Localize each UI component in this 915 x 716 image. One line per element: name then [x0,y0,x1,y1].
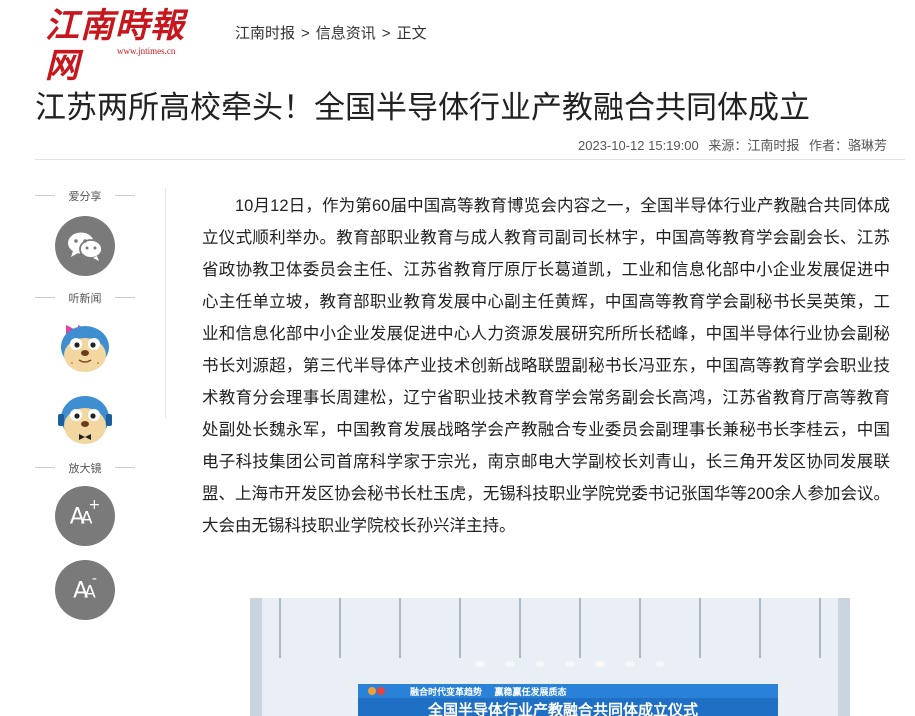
breadcrumb-home[interactable]: 江南时报 [235,25,295,42]
zoom-label: 放大镜 [35,460,135,476]
wechat-share-button[interactable] [55,216,115,276]
photo-headline: 全国半导体行业产教融合共同体成立仪式 [428,702,699,716]
sidebar-divider [165,188,166,418]
photo-banner-left: 融合时代变革趋势 [410,687,483,697]
logo-url: www.jntimes.cn [117,46,176,56]
female-voice-avatar-icon[interactable] [52,313,118,379]
article-body: 10月12日，作为第60届中国高等教育博览会内容之一，全国半导体行业产教融合共同… [202,190,890,542]
listen-label: 听新闻 [35,290,135,306]
article-meta: 2023-10-12 15:19:00 来源：江南时报 作者：骆琳芳 [572,135,887,154]
font-decrease-button[interactable]: AA- [55,560,115,620]
breadcrumb-current: 正文 [396,25,427,42]
font-increase-button[interactable]: AA+ [55,486,115,546]
article-photo: 融合时代变革趋势 赢稳赢任发展质态 全国半导体行业产教融合共同体成立仪式 [250,598,850,716]
share-label: 爱分享 [35,188,135,204]
article-title: 江苏两所高校牵头！全国半导体行业产教融合共同体成立 [35,90,810,125]
font-decrease-icon: AA- [73,570,97,604]
site-logo[interactable]: 江南時報网 www.jntimes.cn [45,6,215,86]
article-source: 来源：江南时报 [708,138,800,153]
male-voice-avatar-icon[interactable] [52,386,118,452]
title-divider [35,159,905,160]
breadcrumb-category[interactable]: 信息资讯 [316,25,376,42]
photo-banner-right: 赢稳赢任发展质态 [494,687,567,697]
breadcrumb-separator: > [301,25,310,42]
font-increase-icon: AA+ [69,496,101,530]
article-paragraph: 10月12日，作为第60届中国高等教育博览会内容之一，全国半导体行业产教融合共同… [202,197,890,535]
wechat-icon [68,232,103,261]
article-datetime: 2023-10-12 15:19:00 [578,138,699,153]
breadcrumb: 江南时报 > 信息资讯 > 正文 [235,22,427,43]
breadcrumb-separator: > [381,25,391,42]
article-author: 作者：骆琳芳 [808,138,887,153]
